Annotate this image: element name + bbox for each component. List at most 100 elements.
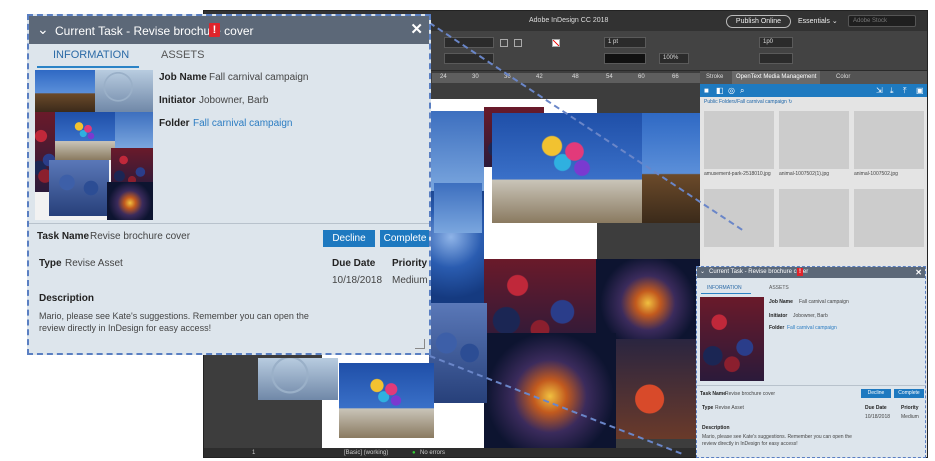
tab-color[interactable]: Color	[836, 74, 850, 80]
close-icon[interactable]: ✕	[410, 20, 423, 38]
preflight-errors: No errors	[420, 450, 446, 456]
asset-caption: animal-1007502.jpg	[854, 171, 898, 177]
job-name-label: Job Name	[159, 72, 207, 83]
upload-icon[interactable]: ⤒	[903, 86, 912, 95]
ruler-mark: 54	[606, 74, 613, 80]
task-preview-small	[700, 297, 764, 381]
stroke-weight-field[interactable]: 1 pt	[604, 37, 646, 48]
stroke-type-select[interactable]	[604, 53, 646, 64]
complete-button-small[interactable]: Complete	[894, 389, 924, 398]
media-toolbar: ■ ◧ ◎ ⌕ ⇲ ⤓ ⤒ ▣	[700, 84, 927, 97]
panel-tabs: Stroke OpenText Media Management Color	[700, 71, 927, 84]
task-header-small: ⌄ Current Task - Revise brochure cover !…	[697, 267, 925, 278]
layout-image-balloons-small[interactable]	[339, 363, 434, 438]
tab-stroke[interactable]: Stroke	[706, 74, 723, 80]
description-text-small: Mario, please see Kate's suggestions. Re…	[702, 434, 852, 447]
collapse-chevron-icon[interactable]: ⌄	[37, 21, 49, 38]
warning-icon: !	[209, 23, 220, 37]
description-text: Mario, please see Kate's suggestions. Re…	[39, 311, 309, 333]
priority-label-small: Priority	[901, 405, 919, 411]
priority-value: Medium	[392, 275, 428, 286]
collapse-chevron-icon[interactable]: ⌄	[700, 268, 705, 275]
asset-thumb-image	[704, 111, 774, 169]
stock-search-input[interactable]: Adobe Stock	[848, 15, 916, 27]
place-icon[interactable]: ⇲	[876, 86, 885, 95]
layout-image-fair-night[interactable]	[596, 259, 700, 339]
status-ok-icon: ●	[412, 450, 416, 456]
checkin-icon[interactable]: ▣	[916, 86, 925, 95]
opacity-field[interactable]: 1p0	[759, 37, 793, 48]
workspace-switcher[interactable]: Essentials ⌄	[798, 17, 838, 25]
flip-icon[interactable]	[514, 39, 522, 47]
tab-assets[interactable]: ASSETS	[161, 49, 204, 61]
asset-thumb-image	[854, 111, 924, 169]
task-name-label: Task Name	[37, 231, 90, 242]
asset-thumb[interactable]	[704, 189, 774, 247]
folder-link-small[interactable]: Fall carnival campaign	[787, 325, 837, 331]
screenshot-stage: { "app": { "title": "Adobe InDesign CC 2…	[0, 0, 935, 461]
breadcrumb[interactable]: Public Folders/Fall carnival campaign ↻	[704, 99, 792, 105]
search-icon[interactable]: ⌕	[740, 86, 749, 95]
layout-image-sky[interactable]	[429, 111, 484, 191]
page-number[interactable]: 1	[252, 450, 255, 456]
fill-swatch-icon[interactable]	[552, 39, 560, 47]
asset-thumb-image	[854, 189, 924, 247]
initiator-value: Jobowner, Barb	[199, 95, 269, 106]
folder-link[interactable]: Fall carnival campaign	[193, 118, 293, 129]
refresh-icon[interactable]: ↻	[788, 99, 792, 105]
job-name-label-small: Job Name	[769, 299, 793, 305]
preflight-profile[interactable]: [Basic] (working)	[344, 450, 388, 456]
tab-opentext[interactable]: OpenText Media Management	[732, 71, 821, 84]
folder-icon[interactable]: ■	[704, 86, 713, 95]
breadcrumb-text: Public Folders/Fall carnival campaign	[704, 99, 787, 105]
asset-thumb-image	[704, 189, 774, 247]
tab-information-small[interactable]: INFORMATION	[707, 285, 742, 291]
layout-image-ferris[interactable]	[258, 358, 338, 400]
effects-field[interactable]	[759, 53, 793, 64]
horizontal-ruler: 24 30 36 42 48 54 60 66	[432, 73, 700, 83]
publish-online-label: Publish Online	[735, 18, 782, 25]
close-icon[interactable]: ✕	[915, 268, 922, 277]
layout-image-blueberries[interactable]	[429, 303, 487, 403]
due-date-label-small: Due Date	[865, 405, 887, 411]
favorite-icon[interactable]: ◎	[728, 86, 737, 95]
asset-thumb[interactable]: animal-1007502(1).jpg	[779, 111, 849, 177]
asset-caption: amusement-park-2518010.jpg	[704, 171, 771, 177]
ruler-mark: 24	[440, 74, 447, 80]
type-label: Type	[39, 258, 62, 269]
publish-online-button[interactable]: Publish Online	[726, 15, 791, 28]
divider	[697, 385, 925, 386]
rotate-icon[interactable]	[500, 39, 508, 47]
task-name-value-small: Revise brochure cover	[725, 391, 776, 397]
stroke-weight-value: 1 pt	[608, 39, 619, 45]
active-tab-indicator	[701, 293, 751, 294]
download-icon[interactable]: ⤓	[890, 86, 899, 95]
tab-assets-small[interactable]: ASSETS	[769, 285, 789, 291]
preview-tile	[35, 70, 95, 112]
resize-grip-icon[interactable]	[415, 339, 425, 349]
search-placeholder: Adobe Stock	[853, 18, 888, 24]
priority-label: Priority	[392, 258, 428, 269]
warning-icon: !	[797, 268, 803, 276]
asset-thumb[interactable]: amusement-park-2518010.jpg	[704, 111, 774, 177]
tab-information[interactable]: INFORMATION	[53, 49, 129, 61]
preview-tile	[107, 182, 153, 220]
layout-image-bumper-cars[interactable]	[616, 339, 700, 439]
browse-icon[interactable]: ◧	[716, 86, 725, 95]
asset-thumb[interactable]	[854, 189, 924, 247]
folder-label: Folder	[159, 118, 190, 129]
ruler-mark: 30	[472, 74, 479, 80]
folder-label-small: Folder	[769, 325, 785, 331]
decline-button-small[interactable]: Decline	[861, 389, 891, 398]
due-date-label: Due Date	[332, 258, 376, 269]
zoom-field[interactable]: 100%	[659, 53, 689, 64]
complete-button[interactable]: Complete	[380, 230, 429, 247]
due-date-value-small: 10/18/2018	[865, 414, 891, 420]
decline-button[interactable]: Decline	[323, 230, 375, 247]
asset-thumb[interactable]	[779, 189, 849, 247]
layout-image-sky-small[interactable]	[434, 183, 482, 233]
layout-image-balloons[interactable]	[492, 113, 642, 223]
asset-thumb[interactable]: animal-1007502.jpg	[854, 111, 924, 177]
layout-image-carousel[interactable]	[484, 333, 616, 448]
task-header: ⌄ Current Task - Revise brochure cover !…	[29, 16, 429, 44]
